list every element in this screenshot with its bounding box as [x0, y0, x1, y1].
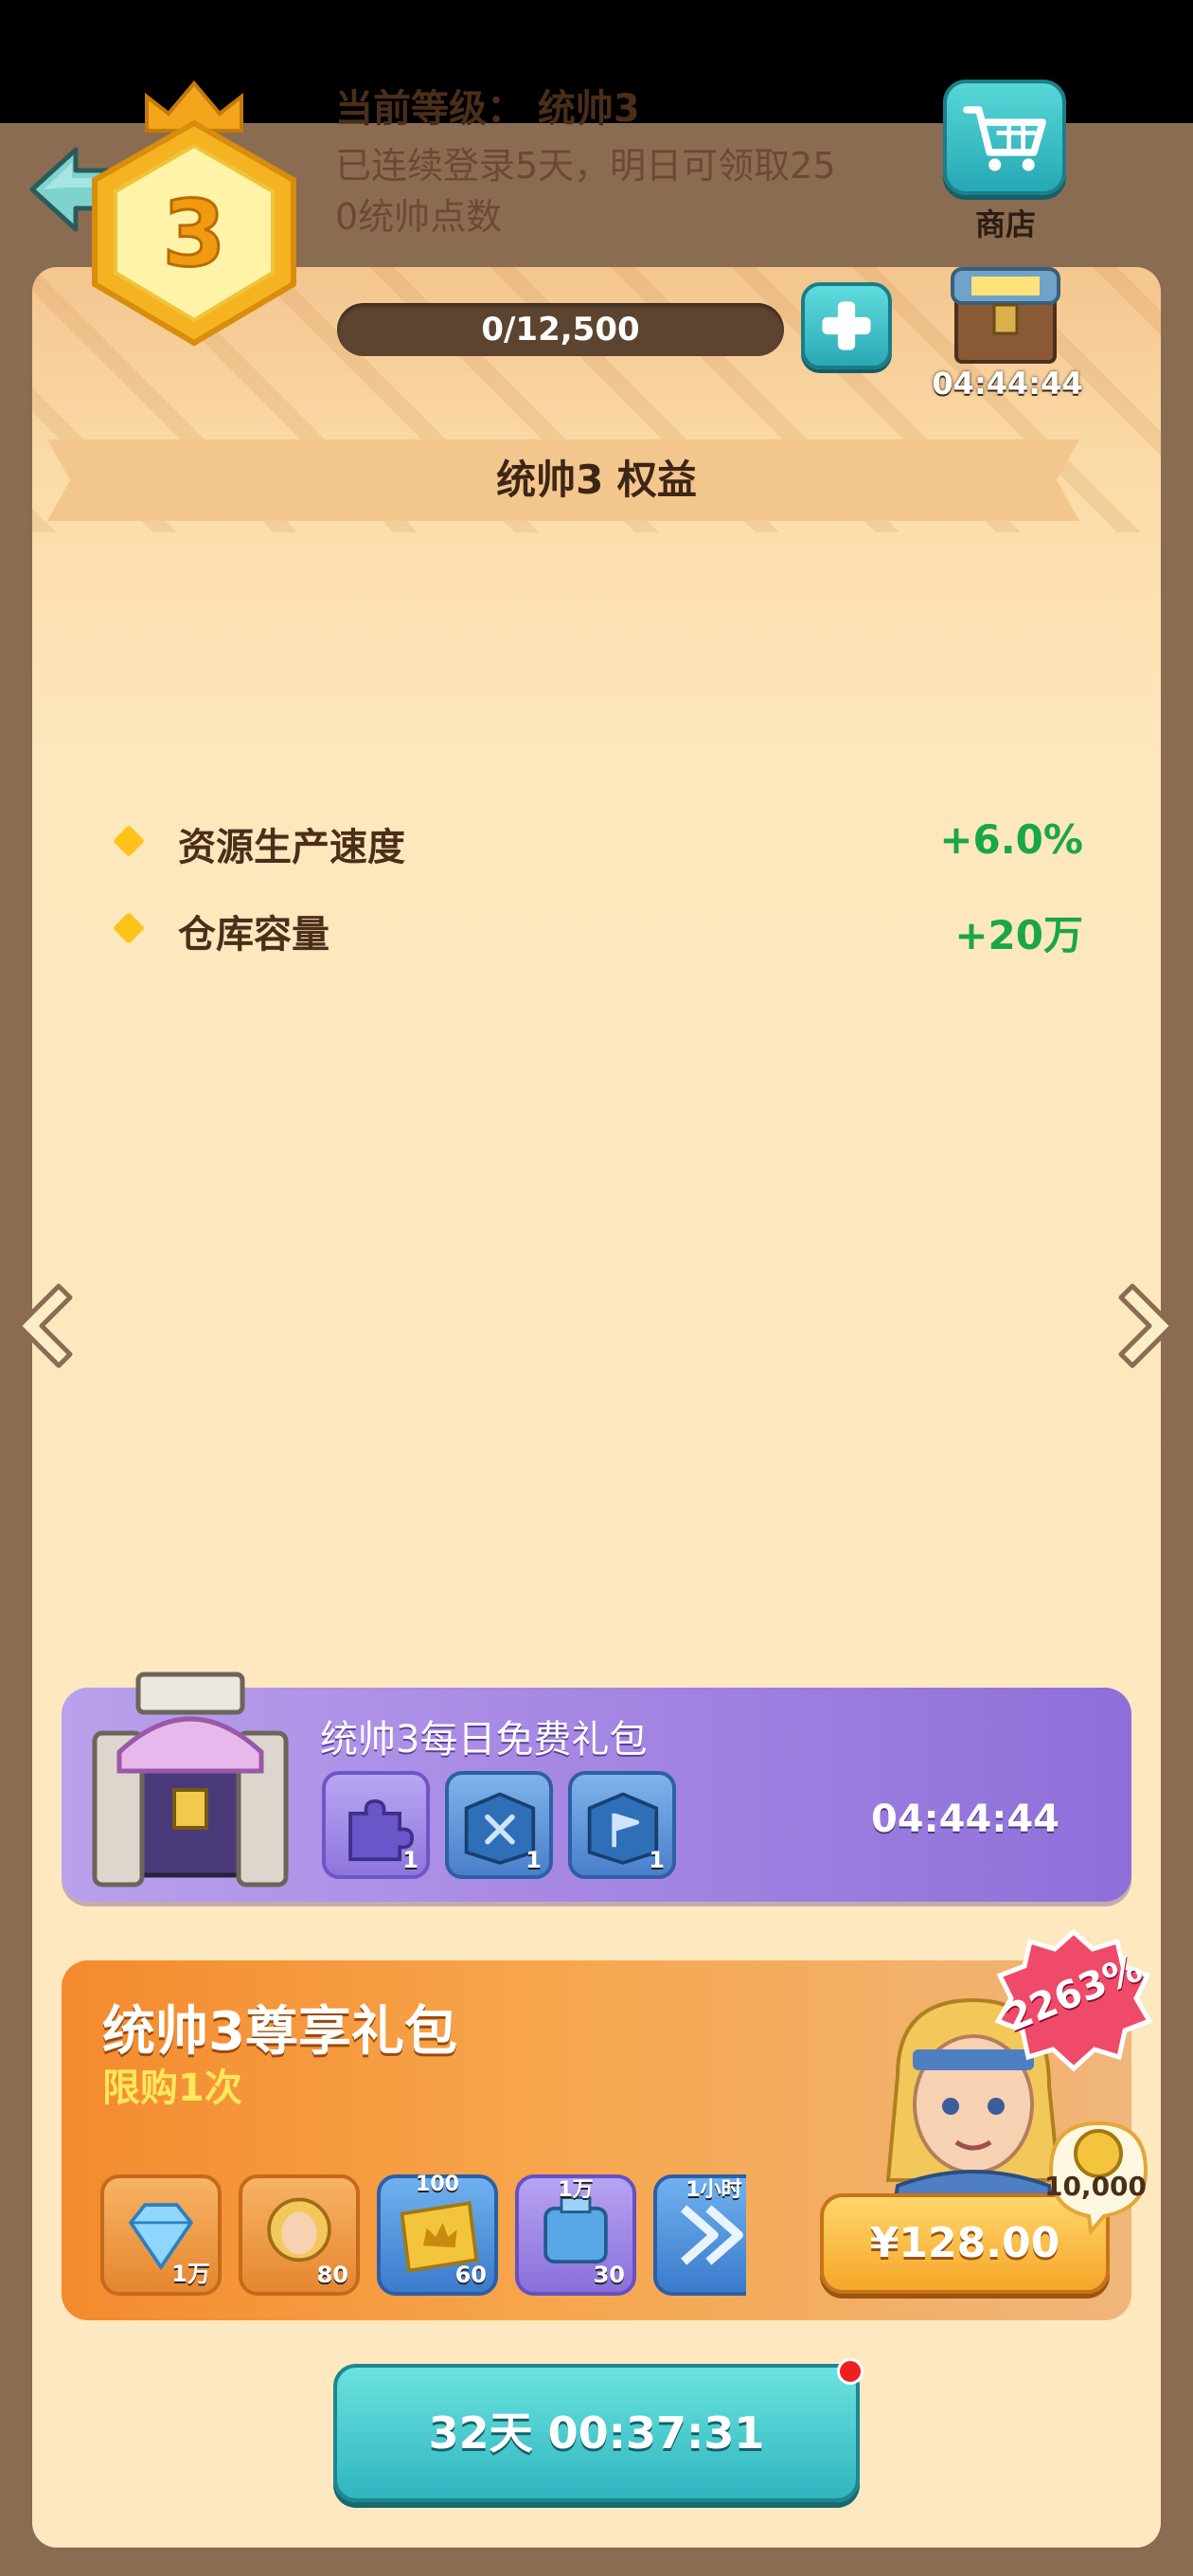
item-top-label: 100: [416, 2173, 459, 2196]
shop-button[interactable]: [943, 80, 1066, 195]
benefit-label: 仓库容量: [178, 913, 329, 957]
reward-item[interactable]: 1万 30: [515, 2174, 636, 2296]
coin-amount: 10,000: [1043, 2171, 1148, 2202]
premium-items-strip: 1万 80 100 60 1万 30 1小时: [95, 2169, 746, 2301]
purple-chest-icon: [92, 1672, 289, 1887]
daily-pack-title: 统帅3每日免费礼包: [320, 1718, 648, 1762]
season-timer: 32天 00:37:31: [428, 2407, 765, 2459]
item-count: 30: [593, 2262, 625, 2288]
login-streak-line-2: 0统帅点数: [335, 196, 503, 238]
item-count: 80: [316, 2262, 348, 2288]
item-top-label: 1万: [558, 2178, 594, 2202]
shop-label: 商店: [975, 206, 1037, 242]
login-streak-line-1: 已连续登录5天，明日可领取25: [335, 145, 836, 187]
previous-level-arrow-icon[interactable]: [9, 1279, 76, 1373]
reward-item[interactable]: 1: [568, 1771, 676, 1879]
notification-dot: [837, 2358, 864, 2385]
benefit-row: 资源生产速度 +6.0%: [80, 813, 1083, 869]
level-badge-number: 3: [163, 181, 226, 287]
login-streak-text: 已连续登录5天，明日可领取25 0统帅点数: [335, 140, 941, 242]
level-badge-icon: 3: [92, 80, 296, 347]
benefits-title: 统帅3 权益: [496, 456, 697, 503]
reward-item[interactable]: 1: [322, 1771, 430, 1879]
reward-item[interactable]: 1小时: [653, 2174, 746, 2296]
plus-icon: [822, 301, 871, 350]
item-count: 1: [525, 1847, 542, 1873]
daily-pack-timer: 04:44:44: [871, 1798, 1059, 1841]
chest-timer: 04:44:44: [932, 366, 1083, 402]
current-level-text: 当前等级： 统帅3: [335, 87, 640, 131]
bullet-diamond-icon: [113, 825, 145, 857]
progress-text: 0/12,500: [481, 311, 640, 349]
reward-item[interactable]: 100 60: [377, 2173, 498, 2296]
benefit-label: 资源生产速度: [178, 826, 405, 869]
item-count: 1: [649, 1847, 665, 1873]
reward-item[interactable]: 1: [445, 1771, 553, 1879]
item-count: 1: [402, 1847, 418, 1873]
item-count: 1万: [171, 2261, 210, 2287]
treasure-chest-icon[interactable]: [937, 248, 1074, 369]
bullet-diamond-icon: [113, 912, 145, 944]
reward-item[interactable]: 80: [239, 2174, 360, 2296]
next-level-arrow-icon[interactable]: [1115, 1279, 1182, 1373]
level-progress-bar: 0/12,500: [337, 303, 784, 356]
item-count: 60: [454, 2262, 487, 2288]
reward-item[interactable]: 1万: [100, 2174, 222, 2296]
benefit-row: 仓库容量 +20万: [80, 900, 1083, 958]
benefit-value: +6.0%: [939, 816, 1083, 863]
premium-pack-title: 统帅3尊享礼包: [102, 2001, 457, 2063]
benefit-value: +20万: [954, 912, 1083, 958]
add-points-button[interactable]: [801, 282, 892, 369]
purchase-limit: 限购1次: [102, 2066, 242, 2110]
shopping-cart-icon: [963, 106, 1046, 171]
item-top-label: 1小时: [686, 2178, 742, 2202]
